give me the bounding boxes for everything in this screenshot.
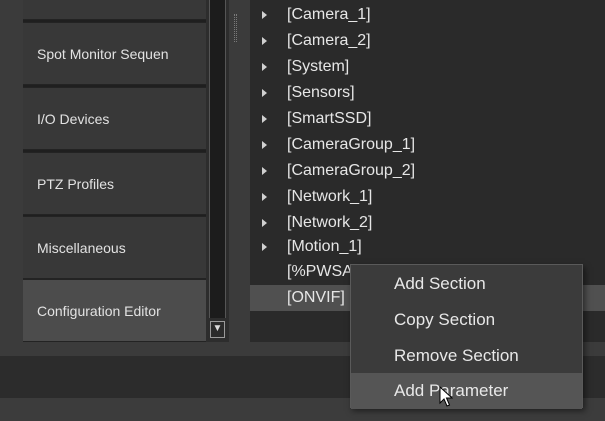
tree-section-label: [System]	[287, 58, 350, 75]
triangle-right-icon[interactable]	[262, 89, 267, 97]
tree-section[interactable]: [Network_1]	[250, 184, 605, 210]
tree-section-label: [CameraGroup_1]	[287, 136, 416, 153]
tree-section-label: [CameraGroup_2]	[287, 162, 416, 179]
triangle-right-icon[interactable]	[262, 37, 267, 45]
splitter-grip-icon[interactable]	[234, 14, 237, 42]
sidebar-item-label: Configuration Editor	[37, 302, 161, 319]
triangle-right-icon[interactable]	[262, 219, 267, 227]
sidebar-item-ptz-profiles[interactable]: PTZ Profiles	[23, 152, 206, 215]
tree-section-label: [SmartSSD]	[287, 110, 372, 127]
tree-section[interactable]: [SmartSSD]	[250, 106, 605, 132]
tree-section[interactable]: [Sensors]	[250, 80, 605, 106]
tree-section-label: [Motion_1]	[287, 238, 362, 255]
tree-section[interactable]: [Network_2]	[250, 210, 605, 236]
triangle-right-icon[interactable]	[262, 243, 267, 251]
triangle-right-icon[interactable]	[262, 167, 267, 175]
triangle-right-icon[interactable]	[262, 193, 267, 201]
sidebar-item-label: Spot Monitor Sequen	[37, 45, 169, 62]
scrollbar-track[interactable]	[209, 0, 226, 318]
tree-section-label: [ONVIF]	[287, 289, 345, 306]
tree-section-label: [Network_1]	[287, 188, 373, 205]
mouse-pointer-icon	[439, 386, 453, 407]
tree-section[interactable]: [CameraGroup_1]	[250, 132, 605, 158]
menu-item-remove-section[interactable]: Remove Section	[351, 338, 582, 374]
menu-item-add-parameter[interactable]: Add Parameter	[351, 373, 582, 409]
tree-section[interactable]: [CameraGroup_2]	[250, 158, 605, 184]
tree-section[interactable]: [Camera_1]	[250, 2, 605, 28]
triangle-right-icon[interactable]	[262, 11, 267, 19]
sidebar-item-spot-monitor-sequence[interactable]: Spot Monitor Sequen	[23, 22, 206, 85]
menu-item-copy-section[interactable]: Copy Section	[351, 302, 582, 338]
sidebar-item-label: I/O Devices	[37, 110, 110, 127]
menu-item-add-section[interactable]: Add Section	[351, 266, 582, 302]
sidebar-item-label: PTZ Profiles	[37, 175, 115, 192]
sidebar: Spot Monitor Sequen I/O Devices PTZ Prof…	[23, 0, 206, 342]
triangle-right-icon[interactable]	[262, 141, 267, 149]
context-menu: Add Section Copy Section Remove Section …	[350, 264, 583, 409]
sidebar-item-miscellaneous[interactable]: Miscellaneous	[23, 216, 206, 279]
sidebar-item-configuration-editor[interactable]: Configuration Editor	[23, 279, 206, 342]
tree-section[interactable]: [System]	[250, 54, 605, 80]
sidebar-scrollbar[interactable]: ▼	[206, 0, 229, 342]
scroll-down-button[interactable]: ▼	[210, 321, 225, 338]
tree-section-label: [Network_2]	[287, 214, 373, 231]
tree-section-label: [Camera_2]	[287, 32, 371, 49]
tree-section-label: [%PWSA	[287, 263, 353, 280]
tree-section[interactable]: [Camera_2]	[250, 28, 605, 54]
triangle-right-icon[interactable]	[262, 63, 267, 71]
triangle-right-icon[interactable]	[262, 115, 267, 123]
sidebar-item-partial[interactable]	[23, 0, 206, 20]
chevron-down-icon: ▼	[212, 323, 223, 334]
sidebar-item-io-devices[interactable]: I/O Devices	[23, 87, 206, 150]
tree-section-label: [Camera_1]	[287, 6, 371, 23]
tree-section-label: [Sensors]	[287, 84, 355, 101]
sidebar-item-label: Miscellaneous	[37, 239, 126, 256]
tree-section[interactable]: [Motion_1]	[250, 234, 605, 260]
